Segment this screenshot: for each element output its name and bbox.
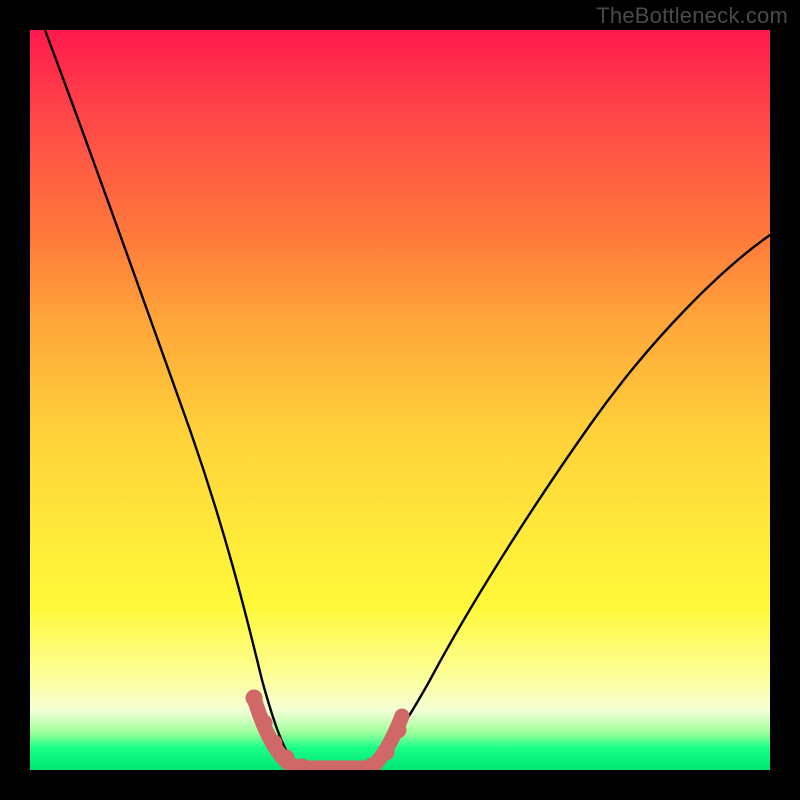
plot-area <box>30 30 770 770</box>
bottleneck-curve <box>30 30 770 770</box>
valley-highlight <box>246 690 406 770</box>
curve-path <box>45 30 770 766</box>
watermark-text: TheBottleneck.com <box>596 3 788 29</box>
chart-frame: TheBottleneck.com <box>0 0 800 800</box>
